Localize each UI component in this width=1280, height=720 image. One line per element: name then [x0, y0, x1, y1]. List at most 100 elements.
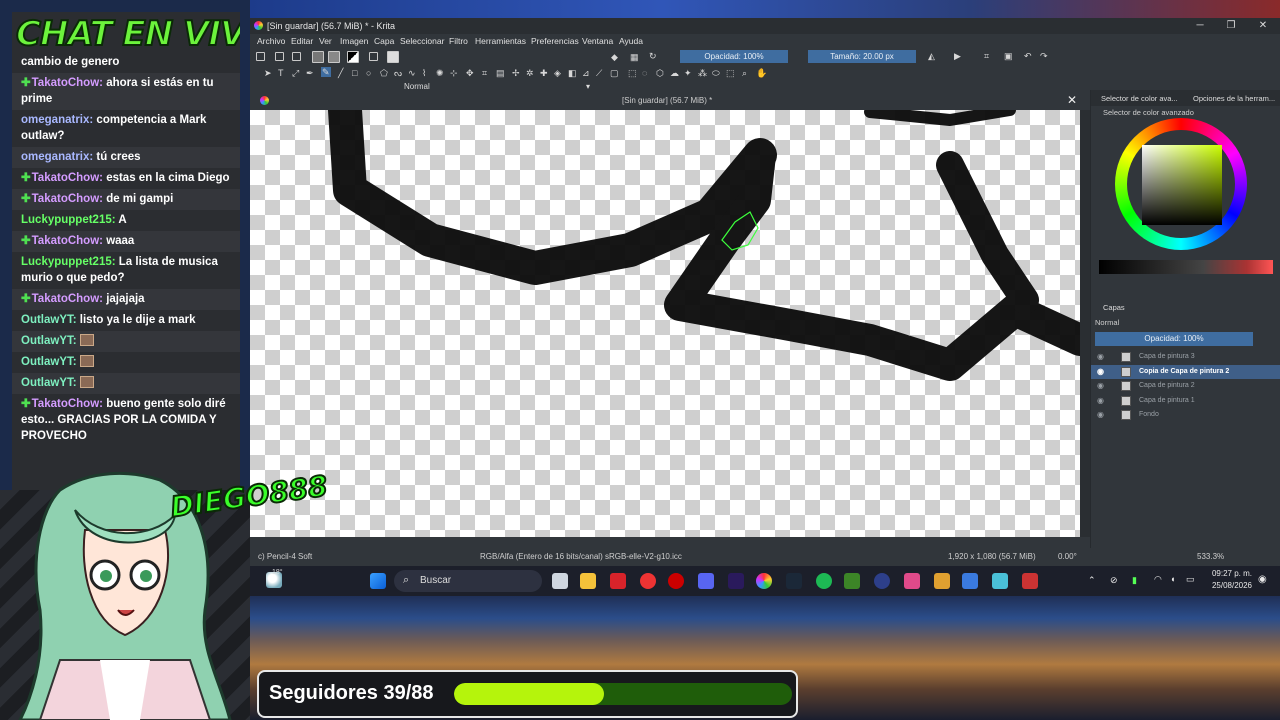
menu-item-seleccionar[interactable]: Seleccionar: [400, 36, 444, 46]
reload-preset-icon[interactable]: ↻: [649, 51, 657, 61]
chat-username[interactable]: TakatoChow: [32, 293, 100, 305]
menu-item-capa[interactable]: Capa: [374, 36, 394, 46]
saturation-value-square[interactable]: [1142, 145, 1222, 225]
chat-username[interactable]: OutlawYT: [21, 335, 73, 347]
minecraft-icon[interactable]: [844, 573, 860, 589]
brush-settings-icon[interactable]: [369, 52, 378, 61]
ellipse-select-icon[interactable]: ◌: [642, 68, 647, 78]
redo-icon[interactable]: ↷: [1040, 51, 1048, 61]
menu-item-editar[interactable]: Editar: [291, 36, 313, 46]
document-tab[interactable]: [Sin guardar] (56.7 MiB) * ✕: [250, 90, 1080, 110]
discord-icon[interactable]: [698, 573, 714, 589]
obs-icon[interactable]: [874, 573, 890, 589]
layers-blend-mode[interactable]: Normal: [1095, 318, 1119, 327]
colorize-mask-icon[interactable]: ✲: [526, 68, 534, 78]
gradient-tool-icon[interactable]: ▤: [496, 68, 505, 78]
visibility-eye-icon[interactable]: ◉: [1097, 367, 1104, 376]
eraser-icon[interactable]: ◆: [611, 52, 618, 62]
size-slider[interactable]: Tamaño: 20.00 px: [808, 50, 916, 63]
visibility-eye-icon[interactable]: ◉: [1097, 410, 1104, 419]
steam-icon[interactable]: [786, 573, 802, 589]
open-document-icon[interactable]: [275, 52, 284, 61]
color-sampler-icon[interactable]: ✢: [512, 68, 520, 78]
path-tool-icon[interactable]: ᔓ: [394, 68, 402, 78]
mirror-vertical-icon[interactable]: ▶: [954, 51, 961, 61]
fg-bg-color-icon[interactable]: [347, 51, 359, 63]
mic-off-icon[interactable]: ⊘: [1110, 575, 1118, 586]
mirror-horizontal-icon[interactable]: ◭: [928, 51, 935, 61]
menu-item-filtro[interactable]: Filtro: [449, 36, 468, 46]
microphone-icon[interactable]: ▮: [1132, 575, 1137, 586]
emoji-app-icon[interactable]: [934, 573, 950, 589]
layer-row[interactable]: Capa de pintura 1 ◉: [1091, 394, 1280, 408]
gradient-preset-icon[interactable]: [312, 51, 324, 63]
ellipse-tool-icon[interactable]: ○: [366, 68, 371, 78]
chat-username[interactable]: TakatoChow: [32, 235, 100, 247]
chat-username[interactable]: Luckypuppet215: [21, 214, 112, 226]
wifi-icon[interactable]: ◠: [1154, 574, 1162, 585]
opacity-slider[interactable]: Opacidad: 100%: [680, 50, 788, 63]
color-history-bar[interactable]: [1099, 260, 1273, 274]
chat-username[interactable]: omeganatrix: [21, 151, 89, 163]
enclose-fill-icon[interactable]: ◧: [568, 68, 577, 78]
layer-row[interactable]: Copia de Capa de pintura 2 ◉: [1091, 364, 1280, 379]
text-tool-icon[interactable]: T: [278, 68, 284, 78]
layer-row[interactable]: Capa de pintura 2 ◉: [1091, 379, 1280, 393]
app-blue-icon[interactable]: [962, 573, 978, 589]
canvas-scrollbar[interactable]: [1080, 110, 1090, 537]
app-v-icon[interactable]: [610, 573, 626, 589]
taskbar-search[interactable]: ⌕ Buscar: [394, 570, 542, 592]
opera-icon[interactable]: [668, 573, 684, 589]
bezier-select-icon[interactable]: ⬭: [712, 68, 720, 78]
chat-username[interactable]: OutlawYT: [21, 377, 73, 389]
menu-item-imagen[interactable]: Imagen: [340, 36, 368, 46]
move-tool-icon[interactable]: ✥: [466, 68, 474, 78]
close-window-button[interactable]: ✕: [1248, 18, 1278, 34]
menu-item-ventana[interactable]: Ventana: [582, 36, 613, 46]
store-icon[interactable]: [904, 573, 920, 589]
krita-taskbar-icon[interactable]: [756, 573, 772, 589]
select-shapes-icon[interactable]: ➤: [264, 68, 272, 78]
visibility-eye-icon[interactable]: ◉: [1097, 352, 1104, 361]
menu-item-ayuda[interactable]: Ayuda: [619, 36, 643, 46]
transform-tool-icon[interactable]: ⊹: [450, 68, 458, 78]
rectangle-tool-icon[interactable]: □: [352, 68, 357, 78]
chat-username[interactable]: OutlawYT: [21, 314, 73, 326]
preserve-alpha-icon[interactable]: ▦: [630, 52, 639, 62]
chat-username[interactable]: TakatoChow: [32, 172, 100, 184]
pattern-preset-icon[interactable]: [328, 51, 340, 63]
drawing-canvas[interactable]: [250, 110, 1080, 537]
close-document-icon[interactable]: ✕: [1067, 93, 1077, 107]
start-icon[interactable]: [370, 573, 386, 589]
chat-username[interactable]: TakatoChow: [32, 398, 100, 410]
app-teal-icon[interactable]: [992, 573, 1008, 589]
pan-tool-icon[interactable]: ✋: [756, 68, 767, 78]
assistant-tool-icon[interactable]: ⊿: [582, 68, 590, 78]
reference-tool-icon[interactable]: ▢: [610, 68, 619, 78]
layer-row[interactable]: Fondo ◉: [1091, 408, 1280, 422]
magnetic-select-icon[interactable]: ⬚: [726, 68, 735, 78]
brush-preset-icon[interactable]: [387, 51, 399, 63]
maximize-button[interactable]: ❐: [1216, 18, 1246, 34]
app-red-square-icon[interactable]: [1022, 573, 1038, 589]
tray-chevron-icon[interactable]: ⌃: [1088, 575, 1096, 586]
tab-tool-options[interactable]: Opciones de la herram...: [1193, 94, 1275, 103]
chat-username[interactable]: TakatoChow: [32, 77, 100, 89]
clock-time[interactable]: 09:27 p. m.: [1202, 569, 1252, 578]
visibility-eye-icon[interactable]: ◉: [1097, 381, 1104, 390]
calligraphy-icon[interactable]: ✒: [306, 68, 314, 78]
volume-icon[interactable]: ◖: [1170, 574, 1175, 584]
freehand-select-icon[interactable]: ☁: [670, 68, 679, 78]
crop-icon[interactable]: ⌗: [984, 51, 989, 61]
spotify-icon[interactable]: [816, 573, 832, 589]
new-document-icon[interactable]: [256, 52, 265, 61]
menu-item-preferencias[interactable]: Preferencias: [531, 36, 579, 46]
menu-item-herramientas[interactable]: Herramientas: [475, 36, 526, 46]
app-red-circle-icon[interactable]: [640, 573, 656, 589]
menu-item-archivo[interactable]: Archivo: [257, 36, 285, 46]
menu-item-ver[interactable]: Ver: [319, 36, 332, 46]
minimize-button[interactable]: ─: [1185, 18, 1215, 34]
premiere-icon[interactable]: [728, 573, 744, 589]
contiguous-select-icon[interactable]: ✦: [684, 68, 692, 78]
similar-select-icon[interactable]: ⁂: [698, 68, 707, 78]
